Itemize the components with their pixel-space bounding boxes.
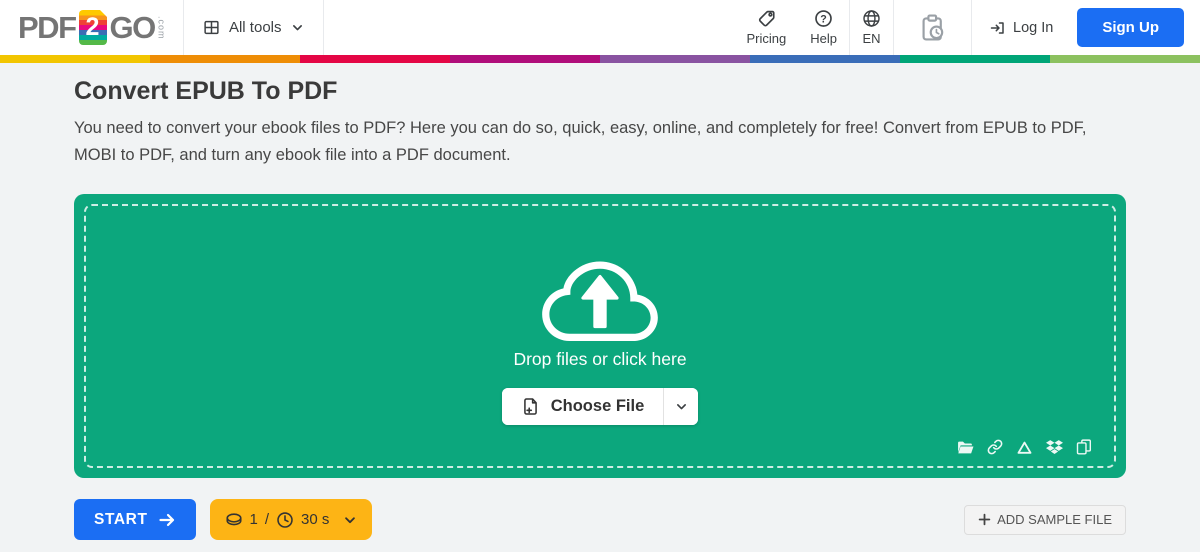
rainbow-segment [0,55,150,63]
logo-text-com: .com [157,16,167,40]
add-sample-file-label: ADD SAMPLE FILE [997,512,1112,527]
cloud-upload-icon [542,247,658,341]
credits-separator: / [265,511,269,528]
credits-dropdown[interactable]: 1 / 30 s [210,499,373,540]
chevron-down-icon [291,21,304,34]
drop-files-label: Drop files or click here [513,349,686,370]
rainbow-segment [600,55,750,63]
nav-help[interactable]: ? Help [798,0,849,55]
add-sample-file-button[interactable]: ADD SAMPLE FILE [964,505,1126,535]
rainbow-segment [1050,55,1200,63]
credits-value: 1 [250,511,258,528]
action-row: START 1 / 30 s [74,499,1126,540]
dropzone-inner[interactable]: Drop files or click here Choose File [84,204,1116,468]
chevron-down-icon [343,513,357,527]
login-label: Log In [1013,20,1053,36]
arrow-right-icon [158,511,176,529]
login-button[interactable]: Log In [972,0,1071,55]
clipboard-clock-icon [919,14,946,42]
rainbow-segment [900,55,1050,63]
start-button[interactable]: START [74,499,196,540]
all-tools-label: All tools [229,19,282,36]
choose-file-split-button: Choose File [502,388,699,425]
help-circle-icon: ? [814,9,833,28]
upload-source-icons [957,439,1092,455]
coin-icon [225,512,243,527]
price-tag-icon [757,9,776,28]
nav-pricing[interactable]: Pricing [735,0,799,55]
page-title: Convert EPUB To PDF [74,77,1126,106]
paste-icon[interactable] [1076,439,1092,455]
dropbox-icon[interactable] [1046,440,1063,455]
google-drive-icon[interactable] [1016,440,1033,455]
navbar-right: Pricing ? Help EN [735,0,1200,55]
logo-rainbow-tile: 2 [79,10,107,45]
all-tools-menu[interactable]: All tools [183,0,324,55]
choose-file-dropdown-button[interactable] [663,388,698,425]
file-plus-icon [521,397,540,416]
choose-file-label: Choose File [551,397,645,416]
choose-file-button[interactable]: Choose File [502,388,664,425]
login-arrow-icon [990,20,1006,36]
link-icon[interactable] [987,439,1003,455]
rainbow-segment [450,55,600,63]
page-description: You need to convert your ebook files to … [74,115,1096,169]
nav-pricing-label: Pricing [747,31,787,46]
logo-text-go: GO [110,10,155,46]
nav-language[interactable]: EN [850,0,893,55]
pdf2go-logo[interactable]: PDF 2 GO .com [0,0,181,55]
open-folder-icon[interactable] [957,440,974,455]
time-value: 30 s [301,511,329,528]
plus-icon [978,513,991,526]
rainbow-segment [150,55,300,63]
svg-text:?: ? [820,13,827,25]
globe-icon [862,9,881,28]
nav-language-label: EN [862,31,880,46]
nav-help-label: Help [810,31,837,46]
grid-icon [203,19,220,36]
start-label: START [94,511,148,529]
logo-text-pdf: PDF [18,10,76,46]
chevron-down-icon [675,400,688,413]
signup-button[interactable]: Sign Up [1077,8,1184,47]
main-content: Convert EPUB To PDF You need to convert … [0,63,1200,540]
rainbow-segment [300,55,450,63]
job-history-button[interactable] [894,0,971,55]
top-navbar: PDF 2 GO .com All tools Pricing [0,0,1200,55]
rainbow-segment [750,55,900,63]
rainbow-bar [0,55,1200,63]
clock-icon [276,511,294,529]
file-dropzone[interactable]: Drop files or click here Choose File [74,194,1126,478]
